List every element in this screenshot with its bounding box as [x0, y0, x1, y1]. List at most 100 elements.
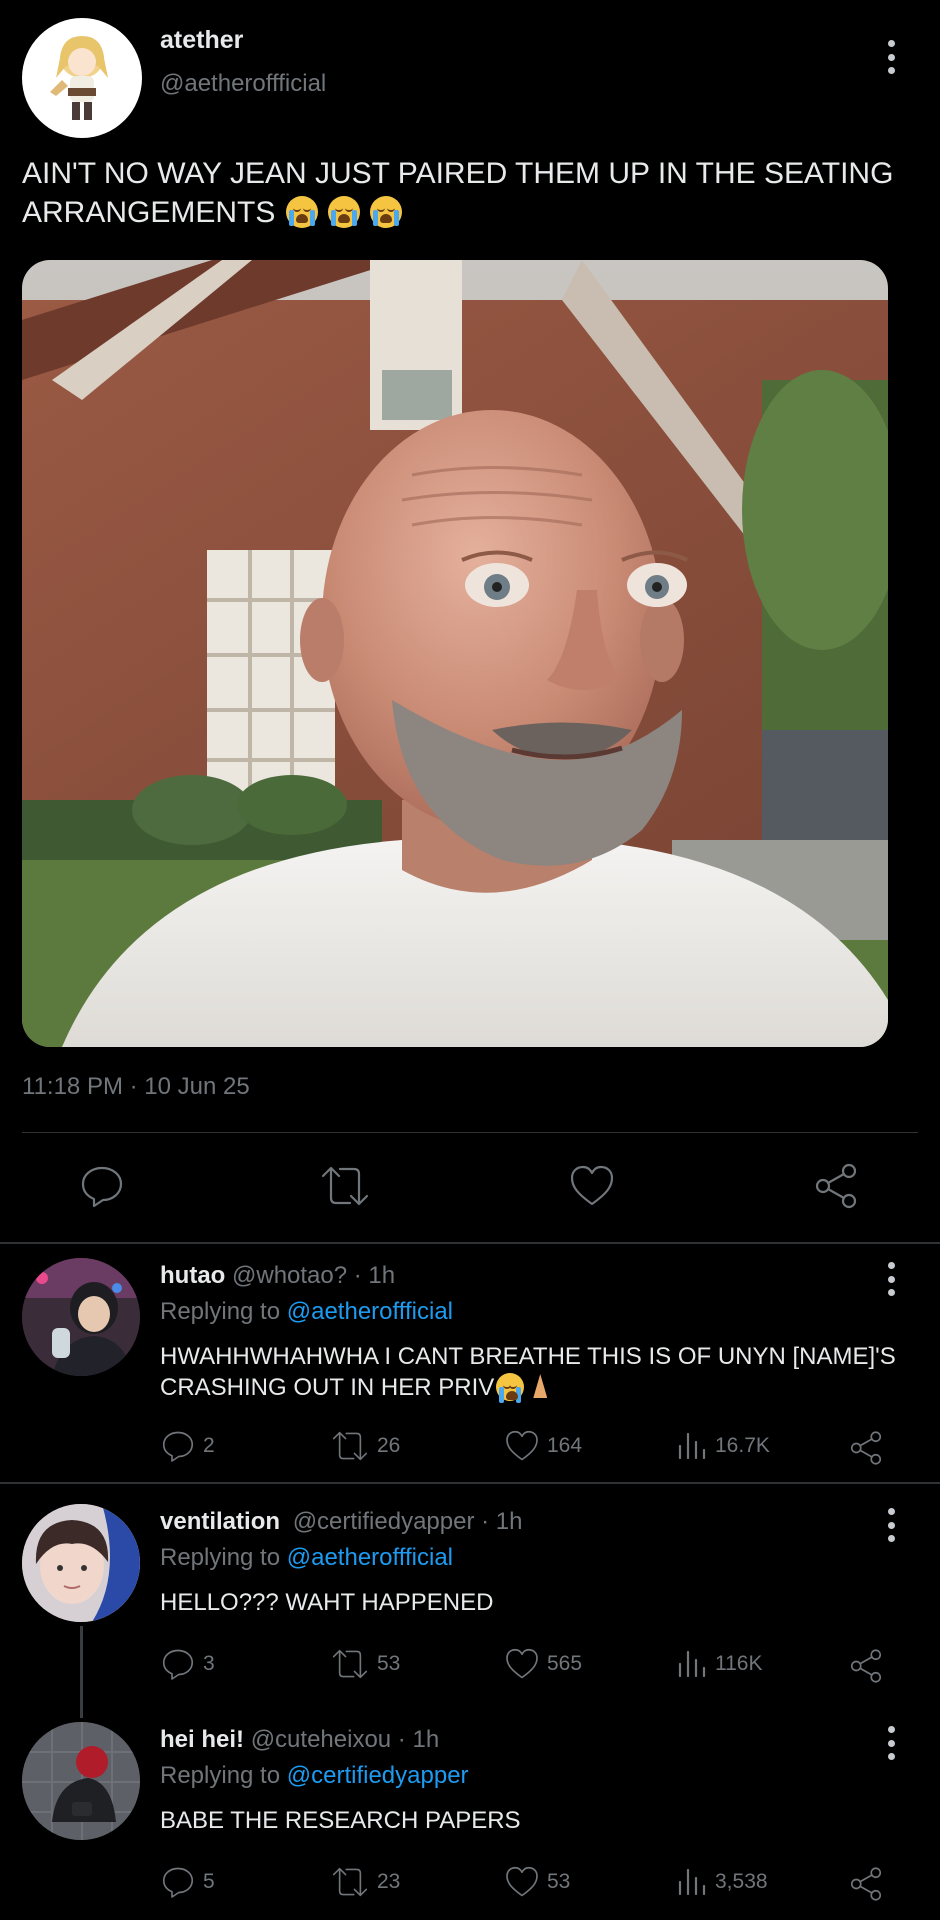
person-avatar-icon: [22, 1504, 140, 1622]
author-name[interactable]: atether: [160, 26, 243, 55]
folded-hands-icon: [528, 1372, 552, 1400]
like-icon: [506, 1430, 538, 1461]
divider: [0, 1482, 940, 1484]
reply-handle-time[interactable]: @whotao? · 1h: [232, 1262, 395, 1289]
views-chart-icon: [678, 1432, 706, 1460]
reply-text-line-1: HELLO??? WAHT HAPPENED: [160, 1589, 494, 1616]
share-button[interactable]: [848, 1430, 884, 1466]
reply-button[interactable]: [78, 1162, 126, 1210]
like-button[interactable]: 565: [504, 1646, 582, 1682]
tweet-media-image[interactable]: [22, 260, 888, 1047]
divider: [22, 1132, 918, 1133]
reply-header: hei hei! @cuteheixou · 1h: [160, 1726, 439, 1754]
reply-icon: [162, 1431, 194, 1462]
reply-text: BABE THE RESEARCH PAPERS: [160, 1806, 521, 1836]
more-options-icon[interactable]: [886, 1508, 896, 1542]
like-count: 164: [547, 1434, 583, 1457]
share-icon: [815, 1163, 857, 1209]
more-options-icon[interactable]: [886, 1726, 896, 1760]
divider: [0, 1242, 940, 1244]
replying-to: Replying to @aetheroffficial: [160, 1298, 453, 1326]
reply-author-name[interactable]: hutao: [160, 1262, 225, 1289]
retweet-count: 26: [377, 1434, 401, 1457]
retweet-icon: [321, 1166, 369, 1206]
reply-header: ventilation @certifiedyapper · 1h: [160, 1508, 523, 1536]
views-button[interactable]: 3,538: [676, 1864, 768, 1900]
share-button[interactable]: [812, 1162, 860, 1210]
views-chart-icon: [678, 1650, 706, 1678]
retweet-icon: [332, 1649, 368, 1679]
author-avatar[interactable]: [22, 18, 142, 138]
tweet-text-line-2: ARRANGEMENTS: [22, 196, 276, 229]
views-button[interactable]: 116K: [676, 1646, 763, 1682]
share-icon: [850, 1431, 882, 1465]
reply-button[interactable]: 3: [160, 1646, 215, 1682]
like-button[interactable]: 53: [504, 1864, 570, 1900]
views-count: 16.7K: [715, 1434, 770, 1457]
thread-line: [80, 1626, 83, 1718]
reply-text: HELLO??? WAHT HAPPENED: [160, 1588, 493, 1618]
retweet-button[interactable]: 53: [330, 1646, 400, 1682]
retweet-button[interactable]: [318, 1162, 372, 1210]
replying-to: Replying to @certifiedyapper: [160, 1762, 469, 1790]
reply-icon: [162, 1649, 194, 1680]
views-count: 116K: [715, 1652, 763, 1675]
like-count: 53: [547, 1870, 571, 1893]
views-button[interactable]: 16.7K: [676, 1428, 770, 1464]
replying-to-handle[interactable]: @aetheroffficial: [287, 1298, 453, 1325]
retweet-button[interactable]: 23: [330, 1864, 400, 1900]
reply-text-line-2: CRASHING OUT IN HER PRIV: [160, 1374, 495, 1401]
tweet-text: AIN'T NO WAY JEAN JUST PAIRED THEM UP IN…: [22, 154, 922, 232]
reply-count: 2: [203, 1434, 215, 1457]
share-button[interactable]: [848, 1648, 884, 1684]
replying-to-handle[interactable]: @certifiedyapper: [287, 1762, 469, 1789]
replying-to-label: Replying to: [160, 1762, 281, 1789]
tweet-timestamp[interactable]: 11:18 PM · 10 Jun 25: [22, 1073, 250, 1101]
reply-avatar[interactable]: [22, 1722, 140, 1840]
replying-to-label: Replying to: [160, 1544, 281, 1571]
loudly-crying-face-icon: [285, 196, 318, 228]
photo-of-man-in-front-of-house: [22, 260, 888, 1047]
reply-icon: [162, 1867, 194, 1898]
reply-handle-time[interactable]: @cuteheixou · 1h: [251, 1726, 439, 1753]
reply-author-name[interactable]: ventilation: [160, 1508, 280, 1535]
retweet-count: 53: [377, 1652, 401, 1675]
reply-header: hutao @whotao? · 1h: [160, 1262, 395, 1290]
reply-count: 3: [203, 1652, 215, 1675]
person-avatar-icon: [22, 1722, 140, 1840]
like-icon: [570, 1165, 614, 1206]
views-chart-icon: [678, 1868, 706, 1896]
more-options-icon[interactable]: [886, 40, 896, 74]
loudly-crying-face-icon: [328, 196, 361, 228]
like-button[interactable]: [568, 1162, 616, 1210]
share-icon: [850, 1867, 882, 1901]
reply-icon: [81, 1166, 123, 1208]
like-button[interactable]: 164: [504, 1428, 582, 1464]
share-button[interactable]: [848, 1866, 884, 1902]
like-icon: [506, 1866, 538, 1897]
reply-button[interactable]: 2: [160, 1428, 215, 1464]
reply-text: HWAHHWHAHWHA I CANT BREATHE THIS IS OF U…: [160, 1342, 930, 1403]
reply-avatar[interactable]: [22, 1258, 140, 1376]
like-icon: [506, 1648, 538, 1679]
views-count: 3,538: [715, 1870, 768, 1893]
author-handle[interactable]: @aetheroffficial: [160, 70, 326, 98]
reply-text-line-1: BABE THE RESEARCH PAPERS: [160, 1807, 521, 1834]
loudly-crying-face-icon: [370, 196, 403, 228]
replying-to: Replying to @aetheroffficial: [160, 1544, 453, 1572]
replying-to-label: Replying to: [160, 1298, 281, 1325]
reply-count: 5: [203, 1870, 215, 1893]
retweet-count: 23: [377, 1870, 401, 1893]
replying-to-handle[interactable]: @aetheroffficial: [287, 1544, 453, 1571]
reply-button[interactable]: 5: [160, 1864, 215, 1900]
person-avatar-icon: [22, 1258, 140, 1376]
reply-text-line-1: HWAHHWHAHWHA I CANT BREATHE THIS IS OF U…: [160, 1343, 896, 1370]
reply-avatar[interactable]: [22, 1504, 140, 1622]
like-count: 565: [547, 1652, 583, 1675]
retweet-button[interactable]: 26: [330, 1428, 400, 1464]
more-options-icon[interactable]: [886, 1262, 896, 1296]
reply-author-name[interactable]: hei hei!: [160, 1726, 244, 1753]
reply-handle-time[interactable]: @certifiedyapper · 1h: [293, 1508, 523, 1535]
chibi-figure-icon: [50, 36, 108, 120]
retweet-icon: [332, 1431, 368, 1461]
